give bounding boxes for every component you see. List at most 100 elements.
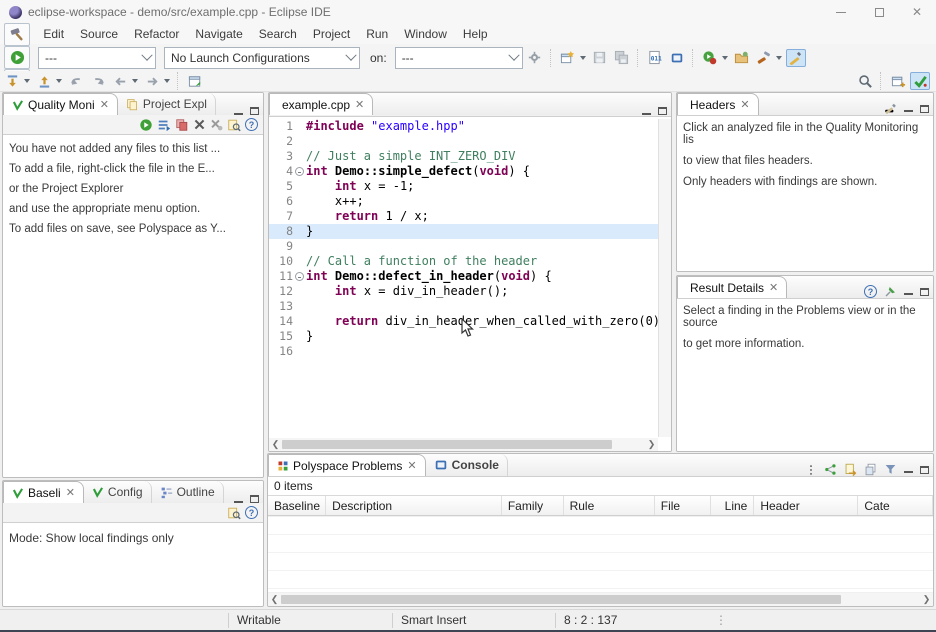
menu-source[interactable]: Source: [72, 25, 126, 43]
baseline-tab-outline[interactable]: Outline: [152, 481, 224, 503]
maximize-view-icon[interactable]: [250, 107, 259, 115]
editor-horizontal-scrollbar[interactable]: ❮ ❯: [269, 438, 658, 451]
code-line-13[interactable]: 13: [269, 299, 658, 314]
close-icon[interactable]: ✕: [100, 98, 109, 111]
toggle-annotations-button[interactable]: [786, 49, 806, 67]
code-editor[interactable]: 1#include "example.hpp"23// Just a simpl…: [269, 116, 671, 451]
fold-collapse-icon[interactable]: [295, 272, 304, 281]
redo-button[interactable]: [88, 72, 108, 90]
build-configuration-combo[interactable]: ---: [38, 47, 156, 69]
save-button[interactable]: [590, 49, 610, 67]
pin-icon[interactable]: [884, 285, 897, 298]
chevron-down-icon[interactable]: [56, 79, 62, 83]
code-line-7[interactable]: 7 return 1 / x;: [269, 209, 658, 224]
chevron-down-icon[interactable]: [24, 79, 30, 83]
column-header-family[interactable]: Family: [502, 496, 564, 515]
fold-collapse-icon[interactable]: [295, 167, 304, 176]
remove-file-icon[interactable]: [175, 118, 189, 132]
minimize-button[interactable]: [822, 0, 860, 24]
code-line-1[interactable]: 1#include "example.hpp": [269, 119, 658, 134]
code-line-3[interactable]: 3// Just a simple INT_ZERO_DIV: [269, 149, 658, 164]
build-binary-button[interactable]: 011: [645, 49, 665, 67]
launch-configuration-combo[interactable]: No Launch Configurations: [164, 47, 360, 69]
run-analysis-icon[interactable]: [139, 118, 153, 132]
problems-tab-console[interactable]: Console: [426, 454, 508, 476]
copy-icon[interactable]: [864, 463, 877, 476]
help-icon[interactable]: ?: [245, 506, 258, 519]
maximize-view-icon[interactable]: [920, 288, 929, 296]
mark-occurrences-button[interactable]: [754, 49, 774, 67]
chevron-down-icon[interactable]: [722, 56, 728, 60]
run-config-button[interactable]: [700, 49, 720, 67]
minimize-view-icon[interactable]: [234, 108, 243, 115]
forward-button[interactable]: [142, 72, 162, 90]
delete-all-icon[interactable]: [210, 118, 223, 131]
maximize-view-icon[interactable]: [920, 105, 929, 113]
code-line-6[interactable]: 6 x++;: [269, 194, 658, 209]
chevron-down-icon[interactable]: [132, 79, 138, 83]
maximize-button[interactable]: [860, 0, 898, 24]
column-header-file[interactable]: File: [655, 496, 711, 515]
maximize-view-icon[interactable]: [250, 495, 259, 503]
minimize-view-icon[interactable]: [904, 466, 913, 473]
quality-tab-project-expl[interactable]: Project Expl: [118, 93, 216, 115]
export-icon[interactable]: [844, 463, 857, 476]
menu-navigate[interactable]: Navigate: [187, 25, 250, 43]
column-header-cate[interactable]: Cate: [858, 496, 933, 515]
maximize-view-icon[interactable]: [920, 466, 929, 474]
scroll-left-icon[interactable]: ❮: [269, 438, 282, 451]
chevron-down-icon[interactable]: [776, 56, 782, 60]
code-line-11[interactable]: 11int Demo::defect_in_header(void) {: [269, 269, 658, 284]
minimize-view-icon[interactable]: [234, 496, 243, 503]
open-perspective-button[interactable]: [888, 72, 908, 90]
open-folder-button[interactable]: [732, 49, 752, 67]
code-line-10[interactable]: 10// Call a function of the header: [269, 254, 658, 269]
code-line-4[interactable]: 4int Demo::simple_defect(void) {: [269, 164, 658, 179]
close-icon[interactable]: ✕: [769, 281, 778, 294]
polyspace-perspective-button[interactable]: [910, 72, 930, 90]
filter-icon[interactable]: [884, 463, 897, 476]
code-line-8[interactable]: 8}: [269, 224, 658, 239]
show-list-icon[interactable]: [157, 118, 171, 132]
save-all-button[interactable]: [612, 49, 632, 67]
help-icon[interactable]: ?: [864, 285, 877, 298]
tab-headers[interactable]: Headers ✕: [677, 93, 759, 115]
minimize-view-icon[interactable]: [904, 105, 913, 112]
code-line-2[interactable]: 2: [269, 134, 658, 149]
delete-icon[interactable]: [193, 118, 206, 131]
run-button[interactable]: [4, 46, 30, 69]
code-line-16[interactable]: 16: [269, 344, 658, 359]
launch-target-combo[interactable]: ---: [395, 47, 523, 69]
console-button[interactable]: [667, 49, 687, 67]
gear-icon[interactable]: [525, 49, 545, 67]
close-icon[interactable]: ✕: [355, 98, 364, 111]
menu-run[interactable]: Run: [358, 25, 396, 43]
scroll-left-icon[interactable]: ❮: [268, 593, 281, 606]
baseline-tab-baseli[interactable]: Baseli✕: [3, 481, 84, 503]
problems-tab-polyspace-problems[interactable]: Polyspace Problems✕: [268, 454, 426, 476]
search-button[interactable]: [855, 72, 875, 90]
hammer-button[interactable]: [4, 23, 30, 46]
menu-edit[interactable]: Edit: [35, 25, 72, 43]
menu-search[interactable]: Search: [251, 25, 305, 43]
tab-example-cpp[interactable]: example.cpp ✕: [269, 93, 373, 115]
pencil-icon[interactable]: [884, 102, 897, 115]
column-header-description[interactable]: Description: [326, 496, 502, 515]
problems-horizontal-scrollbar[interactable]: ❮ ❯: [268, 593, 933, 606]
close-icon[interactable]: ✕: [407, 459, 416, 472]
minimize-view-icon[interactable]: [904, 288, 913, 295]
editor-vertical-scrollbar[interactable]: [658, 119, 671, 437]
chevron-down-icon[interactable]: [164, 79, 170, 83]
load-results-icon[interactable]: [227, 506, 241, 520]
menu-refactor[interactable]: Refactor: [126, 25, 187, 43]
view-menu-icon[interactable]: [805, 464, 817, 476]
scroll-right-icon[interactable]: ❯: [645, 438, 658, 451]
code-line-9[interactable]: 9: [269, 239, 658, 254]
link-editor-button[interactable]: [185, 72, 205, 90]
menu-window[interactable]: Window: [396, 25, 455, 43]
undo-button[interactable]: [66, 72, 86, 90]
help-icon[interactable]: ?: [245, 118, 258, 131]
load-results-icon[interactable]: [227, 118, 241, 132]
scroll-thumb[interactable]: [281, 595, 841, 604]
menu-project[interactable]: Project: [305, 25, 358, 43]
